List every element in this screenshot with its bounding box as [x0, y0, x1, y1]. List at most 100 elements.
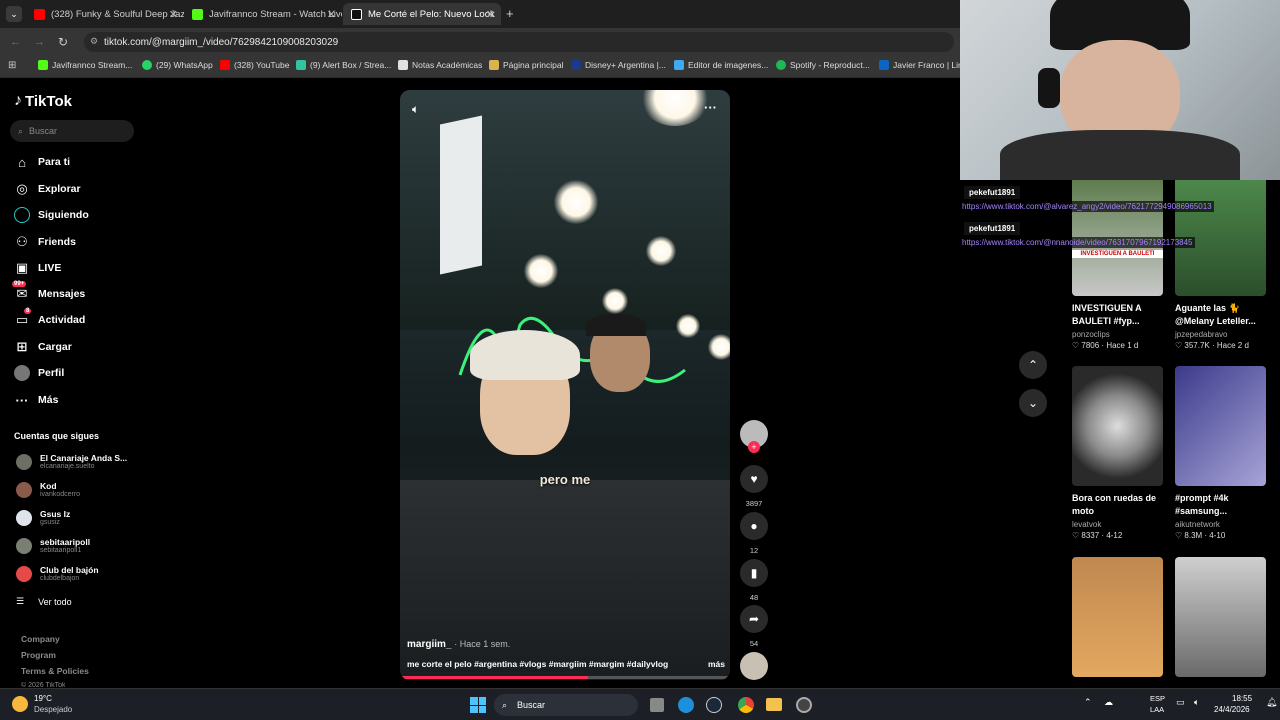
- task-view-icon[interactable]: [650, 698, 664, 712]
- youtube-icon: [220, 60, 230, 70]
- following-icon: [14, 207, 30, 223]
- image-editor-icon: [674, 60, 684, 70]
- volume-icon[interactable]: 🔈︎: [1194, 697, 1199, 708]
- volume-icon[interactable]: 🔈︎: [412, 102, 419, 117]
- nav-friends[interactable]: ⚇ Friends: [14, 234, 76, 250]
- music-avatar[interactable]: [740, 652, 768, 680]
- avatar: [16, 509, 32, 526]
- new-tab-button[interactable]: +: [506, 6, 514, 21]
- network-icon[interactable]: ▭: [1176, 697, 1185, 708]
- related-video-card[interactable]: #prompt #4k #samsung... aikutnetwork ♡ 8…: [1175, 366, 1267, 540]
- avatar: [16, 565, 32, 582]
- profile-icon: [14, 365, 30, 381]
- bookmark-item[interactable]: (29) WhatsApp: [142, 60, 213, 70]
- share-icon: ➦: [740, 605, 768, 633]
- nav-live[interactable]: ▣ LIVE: [14, 260, 62, 276]
- nav-siguiendo[interactable]: Siguiendo: [14, 207, 89, 223]
- next-video-button[interactable]: ⌄: [1019, 389, 1047, 417]
- tab-search-icon[interactable]: ⌄: [6, 6, 22, 22]
- linkedin-icon: [879, 60, 889, 70]
- footer-terms-link[interactable]: Terms & Policies: [21, 666, 89, 676]
- follow-plus-icon[interactable]: +: [748, 441, 760, 453]
- footer-program-link[interactable]: Program: [21, 650, 56, 660]
- edge-icon[interactable]: [678, 697, 694, 713]
- followed-account[interactable]: Gsus Iz gsusiz: [16, 509, 70, 526]
- bookmark-item[interactable]: Disney+ Argentina |...: [571, 60, 666, 70]
- following-accounts-title: Cuentas que sigues: [14, 431, 100, 441]
- more-options-icon[interactable]: ···: [704, 100, 717, 115]
- tab-kick[interactable]: Javifrannco Stream - Watch Live ✕: [184, 3, 342, 25]
- footer-company-link[interactable]: Company: [21, 634, 60, 644]
- followed-account[interactable]: sebitaaripoll sebitaaripoll1: [16, 537, 90, 554]
- close-icon[interactable]: ✕: [327, 8, 336, 21]
- tab-youtube[interactable]: (328) Funky & Soulful Deep Jazz ✕: [26, 3, 184, 25]
- related-video-card[interactable]: [1072, 557, 1164, 677]
- compass-icon: ◎: [16, 181, 28, 196]
- video-player[interactable]: 🔈︎ ··· pero me margiim_ · Hace 1 sem. me…: [400, 90, 730, 680]
- bookmark-item[interactable]: Javifrannco Stream...: [38, 60, 132, 70]
- video-author[interactable]: margiim_ · Hace 1 sem.: [407, 639, 510, 650]
- more-link[interactable]: más: [708, 659, 725, 669]
- related-video-card[interactable]: [1175, 557, 1267, 677]
- headphones: [1038, 68, 1060, 108]
- activity-badge: 8: [24, 308, 32, 314]
- chevron-up-icon[interactable]: ⌃: [1084, 697, 1092, 708]
- tab-bar: ⌄ (328) Funky & Soulful Deep Jazz ✕ Javif…: [0, 0, 960, 28]
- chat-message: pekefut1891 https://www.tiktok.com/@nnan…: [960, 222, 1195, 248]
- video-progress-bar[interactable]: [400, 676, 730, 679]
- close-icon[interactable]: ✕: [486, 8, 495, 21]
- nav-explorar[interactable]: ◎ Explorar: [14, 181, 80, 197]
- steam-icon[interactable]: [706, 697, 722, 713]
- bookmark-item[interactable]: Notas Académicas: [398, 60, 482, 70]
- nav-mensajes[interactable]: ✉ 99+ Mensajes: [12, 281, 85, 302]
- url-field[interactable]: ⚙ tiktok.com/@margiim_/video/76298421090…: [84, 32, 954, 52]
- video-description: me corte el pelo #argentina #vlogs #marg…: [407, 659, 725, 669]
- related-video-card[interactable]: Bora con ruedas de moto levatvok ♡ 8337 …: [1072, 366, 1164, 540]
- nav-cargar[interactable]: ⊞ Cargar: [14, 339, 72, 355]
- see-all-link[interactable]: ☰ Ver todo: [16, 596, 72, 607]
- followed-account[interactable]: El Canariaje Anda S... elcanariaje.suelto: [16, 453, 127, 470]
- nav-para-ti[interactable]: ⌂ Para ti: [14, 154, 70, 170]
- apps-icon[interactable]: ⊞: [8, 60, 16, 71]
- bookmark-item[interactable]: Editor de imagenes...: [674, 60, 768, 70]
- like-button[interactable]: ♥ 3897: [740, 465, 768, 508]
- streamlabs-icon: [296, 60, 306, 70]
- heart-icon: ♡: [1175, 531, 1183, 540]
- tiktok-logo[interactable]: ♪ TikTok: [14, 92, 72, 110]
- chat-username: pekefut1891: [964, 186, 1021, 199]
- live-icon: ▣: [15, 260, 29, 275]
- followed-account[interactable]: Kod ivankodcerro: [16, 481, 80, 498]
- search-input[interactable]: ⌕ Buscar: [10, 120, 134, 142]
- nav-mas[interactable]: ··· Más: [14, 392, 59, 408]
- barber-hair: [586, 314, 646, 336]
- notifications-icon[interactable]: 🔔︎: [1266, 697, 1277, 708]
- obs-icon[interactable]: [796, 697, 812, 713]
- share-button[interactable]: ➦ 54: [740, 605, 768, 648]
- tab-tiktok[interactable]: Me Corté el Pelo: Nuevo Look ✕: [343, 3, 501, 25]
- site-info-icon[interactable]: ⚙: [90, 36, 98, 47]
- upload-icon: ⊞: [16, 339, 28, 354]
- cloud-icon[interactable]: ☁: [1104, 697, 1113, 708]
- save-button[interactable]: ▮ 48: [740, 559, 768, 602]
- comment-button[interactable]: ● 12: [740, 512, 768, 555]
- windows-start-icon[interactable]: [470, 697, 486, 713]
- bookmark-item[interactable]: Página principal: [489, 60, 563, 70]
- bookmark-item[interactable]: Spotify - Reproduct...: [776, 60, 870, 70]
- reload-icon[interactable]: ↻: [58, 35, 68, 49]
- bookmark-item[interactable]: (9) Alert Box / Strea...: [296, 60, 391, 70]
- chrome-icon[interactable]: [738, 697, 754, 713]
- nav-actividad[interactable]: ▭ 8 Actividad: [14, 308, 85, 328]
- youtube-icon: [34, 8, 45, 20]
- file-explorer-icon[interactable]: [766, 698, 782, 711]
- taskbar-search[interactable]: ⌕ Buscar: [494, 694, 638, 716]
- forward-icon[interactable]: →: [34, 36, 45, 48]
- creator-avatar[interactable]: +: [740, 420, 768, 453]
- close-icon[interactable]: ✕: [169, 8, 178, 21]
- followed-account[interactable]: Club del bajón clubdelbajon: [16, 565, 99, 582]
- previous-video-button[interactable]: ⌃: [1019, 351, 1047, 379]
- heart-icon: ♡: [1072, 341, 1080, 350]
- bookmark-item[interactable]: (328) YouTube: [220, 60, 289, 70]
- back-icon[interactable]: ←: [10, 36, 21, 48]
- nav-perfil[interactable]: Perfil: [14, 365, 64, 381]
- activity-icon: ▭ 8: [15, 308, 32, 327]
